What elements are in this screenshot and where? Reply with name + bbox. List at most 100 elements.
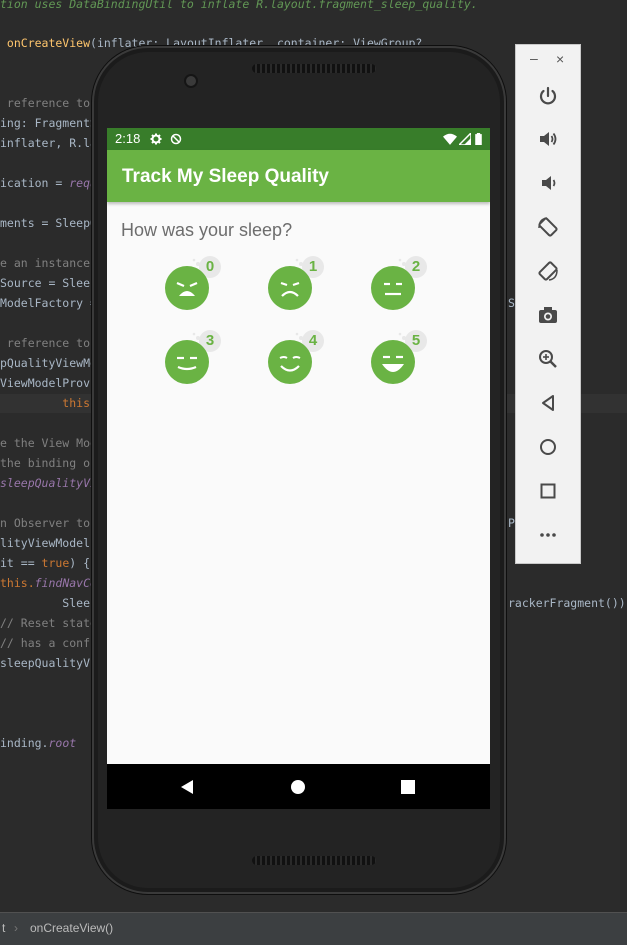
- do-not-disturb-icon: [170, 133, 182, 145]
- bottom-speaker: [252, 856, 376, 865]
- code-token: reference to: [0, 96, 91, 110]
- code-line: inding.root: [0, 736, 76, 750]
- code-token: onCreateView: [0, 36, 91, 50]
- code-line: inflater, R.la: [0, 136, 97, 150]
- code-token: this.: [0, 576, 35, 590]
- code-token: ing: FragmentS: [0, 116, 97, 130]
- signal-icon: [459, 133, 471, 145]
- sad-face-icon: [268, 266, 312, 310]
- volume-down-button[interactable]: [532, 167, 564, 199]
- code-token: lityViewModel: [0, 536, 91, 550]
- sleep-quality-2-button[interactable]: 2: [371, 256, 431, 316]
- code-line: lityViewModel: [0, 536, 90, 550]
- code-token: sleepQualityVi: [0, 476, 97, 490]
- code-token: findNavCo: [34, 576, 97, 590]
- code-token: sleepQualityVi: [0, 656, 97, 670]
- minimize-icon[interactable]: –: [530, 50, 538, 66]
- code-token: reference to: [0, 336, 91, 350]
- code-line: reference to: [0, 96, 90, 110]
- volume-up-button[interactable]: [532, 123, 564, 155]
- code-token: // has a confi: [0, 636, 97, 650]
- overview-button[interactable]: [532, 475, 564, 507]
- code-line: this,: [0, 396, 97, 410]
- home-icon: [540, 439, 556, 455]
- code-line: pQualityViewMo: [0, 356, 97, 370]
- code-line: ication = requ: [0, 176, 97, 190]
- emulator-toolbar: – ×: [515, 44, 581, 564]
- code-token: inflater, R.la: [0, 136, 97, 150]
- chevron-right-icon: ›: [14, 921, 18, 935]
- power-button[interactable]: [532, 79, 564, 111]
- happy-face-icon: [268, 340, 312, 384]
- code-token: n Observer to: [0, 516, 91, 530]
- status-time: 2:18: [115, 131, 141, 146]
- code-line: // has a confi: [0, 636, 97, 650]
- battery-icon: [475, 133, 482, 145]
- status-bar: 2:18: [107, 128, 490, 150]
- more-button[interactable]: [532, 519, 564, 551]
- code-token: this,: [0, 396, 97, 410]
- code-line: it == true) {: [0, 556, 90, 570]
- rotate-left-icon: [538, 217, 558, 237]
- volume-down-icon: [542, 176, 556, 190]
- code-token: ication =: [0, 176, 70, 190]
- code-line: // Reset state: [0, 616, 97, 630]
- code-token: true: [41, 556, 70, 570]
- code-token: // Reset state: [0, 616, 97, 630]
- question-text: How was your sleep?: [121, 220, 293, 240]
- code-token: ) {: [69, 556, 91, 570]
- power-icon: [539, 86, 557, 105]
- breadcrumb-item[interactable]: onCreateView(): [30, 921, 113, 935]
- code-line: S: [508, 296, 515, 310]
- code-line: s: [0, 56, 118, 70]
- code-line: e the View Moo: [0, 436, 97, 450]
- wifi-icon: [443, 133, 457, 145]
- camera-button[interactable]: [532, 299, 564, 331]
- overview-icon: [540, 483, 556, 499]
- home-icon[interactable]: [290, 779, 306, 795]
- sleep-quality-5-button[interactable]: 5: [371, 330, 431, 390]
- nav-bar: [107, 764, 490, 809]
- rotate-right-icon: [538, 261, 558, 281]
- breadcrumb-item[interactable]: t: [2, 921, 5, 935]
- very-sad-face-icon: [165, 266, 209, 310]
- code-line: ments = SleepQ: [0, 216, 97, 230]
- rotate-right-button[interactable]: [532, 255, 564, 287]
- code-line: reference to: [0, 336, 90, 350]
- settings-icon: [150, 133, 162, 145]
- device-screen[interactable]: 2:18 Track My Sleep Quality How was your…: [107, 128, 490, 809]
- sleep-quality-4-button[interactable]: 4: [268, 330, 328, 390]
- sleep-quality-0-button[interactable]: 0: [165, 256, 225, 316]
- code-line: this.findNavCo: [0, 576, 97, 590]
- app-bar: Track My Sleep Quality: [107, 150, 490, 202]
- code-line: ViewModelProvi: [0, 376, 97, 390]
- overview-icon[interactable]: [401, 780, 415, 794]
- sleep-quality-3-button[interactable]: 3: [165, 330, 225, 390]
- zoom-button[interactable]: [532, 343, 564, 375]
- code-token: s: [0, 56, 118, 70]
- more-icon: [540, 533, 556, 537]
- zoom-icon: [539, 350, 557, 368]
- code-line: n Observer to: [0, 516, 90, 530]
- back-icon[interactable]: [179, 779, 195, 795]
- home-button[interactable]: [532, 431, 564, 463]
- code-line: ing: FragmentS: [0, 116, 97, 130]
- code-token: pQualityViewMo: [0, 356, 97, 370]
- rotate-left-button[interactable]: [532, 211, 564, 243]
- code-token: the binding ob: [0, 456, 97, 470]
- volume-up-icon: [540, 132, 557, 146]
- code-token: SleepQ: [0, 596, 104, 610]
- code-line: Source = Sleep: [0, 276, 97, 290]
- content-face-icon: [165, 340, 209, 384]
- back-icon: [542, 395, 554, 411]
- sleep-quality-1-button[interactable]: 1: [268, 256, 328, 316]
- code-token: e an instance: [0, 256, 91, 270]
- code-line: tion uses DataBindingUtil to inflate R.l…: [0, 0, 478, 11]
- app-title: Track My Sleep Quality: [122, 166, 329, 187]
- back-button[interactable]: [532, 387, 564, 419]
- code-line: sleepQualityVi: [0, 656, 97, 670]
- close-icon[interactable]: ×: [556, 51, 564, 67]
- very-happy-face-icon: [371, 340, 415, 384]
- code-token: e the View Moo: [0, 436, 97, 450]
- camera-icon: [539, 307, 557, 323]
